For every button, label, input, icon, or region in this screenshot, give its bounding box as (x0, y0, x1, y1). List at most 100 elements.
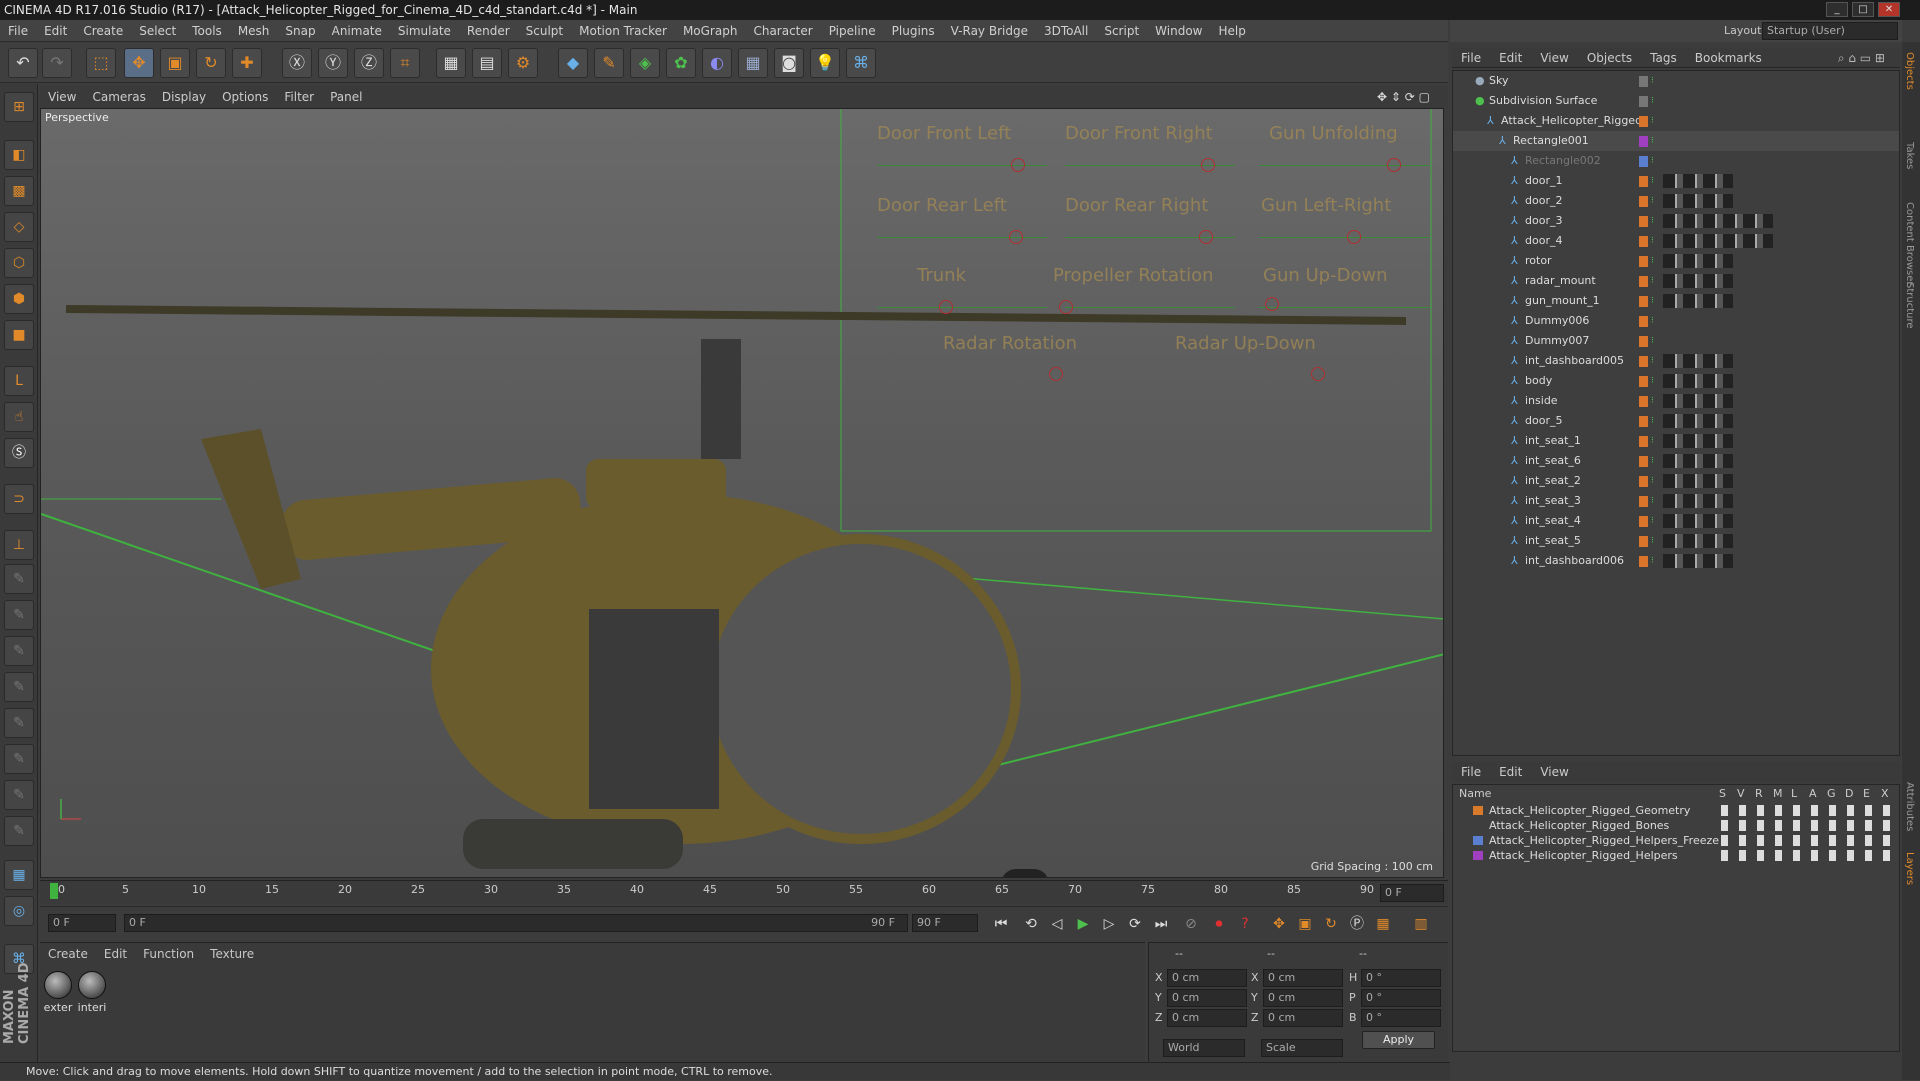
menu-simulate[interactable]: Simulate (390, 20, 459, 42)
render-view-icon[interactable]: ▦ (436, 48, 466, 78)
layer-color-swatch[interactable] (1639, 296, 1648, 307)
frame-range-slider[interactable]: 0 F 90 F (124, 914, 908, 932)
redo-icon[interactable]: ↷ (42, 48, 72, 78)
menu-edit[interactable]: Edit (36, 20, 75, 42)
slider-knob[interactable] (1387, 158, 1401, 172)
playhead[interactable] (50, 883, 58, 899)
layer-color-swatch[interactable] (1473, 851, 1483, 860)
layer-color-swatch[interactable] (1639, 456, 1648, 467)
menu-mograph[interactable]: MoGraph (675, 20, 746, 42)
end-frame-field[interactable]: 90 F (912, 914, 978, 932)
visibility-dots-icon[interactable]: ⁝ (1651, 431, 1654, 451)
control-door-rear-left[interactable]: Door Rear Left (877, 195, 1007, 216)
rotation-h-field[interactable]: 0 ° (1361, 969, 1441, 987)
layer-color-swatch[interactable] (1639, 336, 1648, 347)
layer-menu-view[interactable]: View (1531, 762, 1577, 782)
menu-vray-bridge[interactable]: V-Ray Bridge (943, 20, 1036, 42)
side-tab-attributes[interactable]: Attributes (1904, 782, 1915, 831)
autokey-icon[interactable]: ⏺ (1208, 913, 1230, 935)
side-tab-content-browser[interactable]: Content Browser (1904, 202, 1915, 285)
control-gun-unfolding[interactable]: Gun Unfolding (1269, 123, 1398, 144)
cube-icon[interactable]: ◆ (558, 48, 588, 78)
vp-menu-panel[interactable]: Panel (322, 86, 370, 108)
layer-color-swatch[interactable] (1639, 156, 1648, 167)
menu-animate[interactable]: Animate (324, 20, 390, 42)
material-thumbnail[interactable] (78, 971, 106, 999)
visibility-dots-icon[interactable]: ⁝ (1651, 551, 1654, 571)
object-row[interactable]: ⅄ int_dashboard005 ⁝ (1453, 351, 1899, 371)
bevel-icon[interactable]: ✎ (4, 636, 34, 666)
layer-color-swatch[interactable] (1473, 836, 1483, 845)
slider-knob[interactable] (1009, 230, 1023, 244)
object-tags[interactable] (1663, 214, 1773, 228)
layer-color-swatch[interactable] (1639, 316, 1648, 327)
key-position-icon[interactable]: ✥ (1268, 913, 1290, 935)
vp-menu-filter[interactable]: Filter (276, 86, 322, 108)
visibility-dots-icon[interactable]: ⁝ (1651, 351, 1654, 371)
side-tab-layers[interactable]: Layers (1904, 852, 1915, 885)
object-tags[interactable] (1663, 394, 1733, 408)
object-row[interactable]: ⅄ rotor ⁝ (1453, 251, 1899, 271)
slider-knob[interactable] (1199, 230, 1213, 244)
menu-motion-tracker[interactable]: Motion Tracker (571, 20, 675, 42)
visibility-dots-icon[interactable]: ⁝ (1651, 451, 1654, 471)
object-row[interactable]: ⅄ int_dashboard006 ⁝ (1453, 551, 1899, 571)
side-tab-structure[interactable]: Structure (1904, 282, 1915, 329)
layer-color-swatch[interactable] (1639, 216, 1648, 227)
size-x-field[interactable]: 0 cm (1263, 969, 1343, 987)
layer-color-swatch[interactable] (1639, 436, 1648, 447)
slider-knob[interactable] (1347, 230, 1361, 244)
obj-menu-tags[interactable]: Tags (1641, 48, 1686, 68)
object-row[interactable]: ⅄ inside ⁝ (1453, 391, 1899, 411)
menu-window[interactable]: Window (1147, 20, 1210, 42)
layer-color-swatch[interactable] (1639, 556, 1648, 567)
control-propeller-rotation[interactable]: Propeller Rotation (1053, 265, 1214, 286)
object-tags[interactable] (1663, 474, 1733, 488)
close-button[interactable]: ✕ (1878, 2, 1900, 17)
control-door-front-right[interactable]: Door Front Right (1065, 123, 1213, 144)
layer-color-swatch[interactable] (1639, 376, 1648, 387)
light-icon[interactable]: 💡 (810, 48, 840, 78)
object-tags[interactable] (1663, 354, 1733, 368)
object-row[interactable]: ⅄ door_2 ⁝ (1453, 191, 1899, 211)
layer-color-swatch[interactable] (1639, 96, 1648, 107)
menu-plugins[interactable]: Plugins (884, 20, 943, 42)
position-y-field[interactable]: 0 cm (1167, 989, 1247, 1007)
menu-file[interactable]: File (0, 20, 36, 42)
obj-menu-file[interactable]: File (1452, 48, 1490, 68)
size-y-field[interactable]: 0 cm (1263, 989, 1343, 1007)
layer-color-swatch[interactable] (1639, 176, 1648, 187)
object-row[interactable]: ⅄ body ⁝ (1453, 371, 1899, 391)
layer-color-swatch[interactable] (1639, 136, 1648, 147)
object-tags[interactable] (1663, 174, 1733, 188)
visibility-dots-icon[interactable]: ⁝ (1651, 331, 1654, 351)
rotate-tool-icon[interactable]: ↻ (196, 48, 226, 78)
go-to-end-icon[interactable]: ⏭ (1150, 913, 1172, 935)
magnet-icon[interactable]: ⊃ (4, 484, 34, 514)
menu-script[interactable]: Script (1096, 20, 1147, 42)
camera-icon[interactable]: ◙ (774, 48, 804, 78)
slider-knob[interactable] (1311, 367, 1325, 381)
control-door-rear-right[interactable]: Door Rear Right (1065, 195, 1208, 216)
maximize-button[interactable]: □ (1852, 2, 1874, 17)
object-row[interactable]: ⅄ int_seat_4 ⁝ (1453, 511, 1899, 531)
paint-icon[interactable]: ✎ (4, 780, 34, 810)
start-frame-field[interactable]: 0 F (48, 914, 116, 932)
layer-flag-toggles[interactable] (1721, 850, 1896, 861)
layer-flag-toggles[interactable] (1721, 835, 1896, 846)
object-row[interactable]: ⅄ door_3 ⁝ (1453, 211, 1899, 231)
layer-row[interactable]: Attack_Helicopter_Rigged_Geometry (1453, 803, 1899, 818)
z-axis-lock-icon[interactable]: Ⓩ (354, 48, 384, 78)
layer-color-swatch[interactable] (1473, 821, 1483, 830)
control-gun-up-down[interactable]: Gun Up-Down (1263, 265, 1388, 286)
object-tags[interactable] (1663, 194, 1733, 208)
control-gun-left-right[interactable]: Gun Left-Right (1261, 195, 1391, 216)
menu-sculpt[interactable]: Sculpt (518, 20, 571, 42)
object-tags[interactable] (1663, 494, 1733, 508)
render-settings-icon[interactable]: ⚙ (508, 48, 538, 78)
layout-dropdown[interactable]: Startup (User) (1762, 22, 1898, 40)
visibility-dots-icon[interactable]: ⁝ (1651, 271, 1654, 291)
uv-icon[interactable]: ◎ (4, 896, 34, 926)
keyframe-selection-icon[interactable]: ? (1234, 913, 1256, 935)
visibility-dots-icon[interactable]: ⁝ (1651, 111, 1654, 131)
